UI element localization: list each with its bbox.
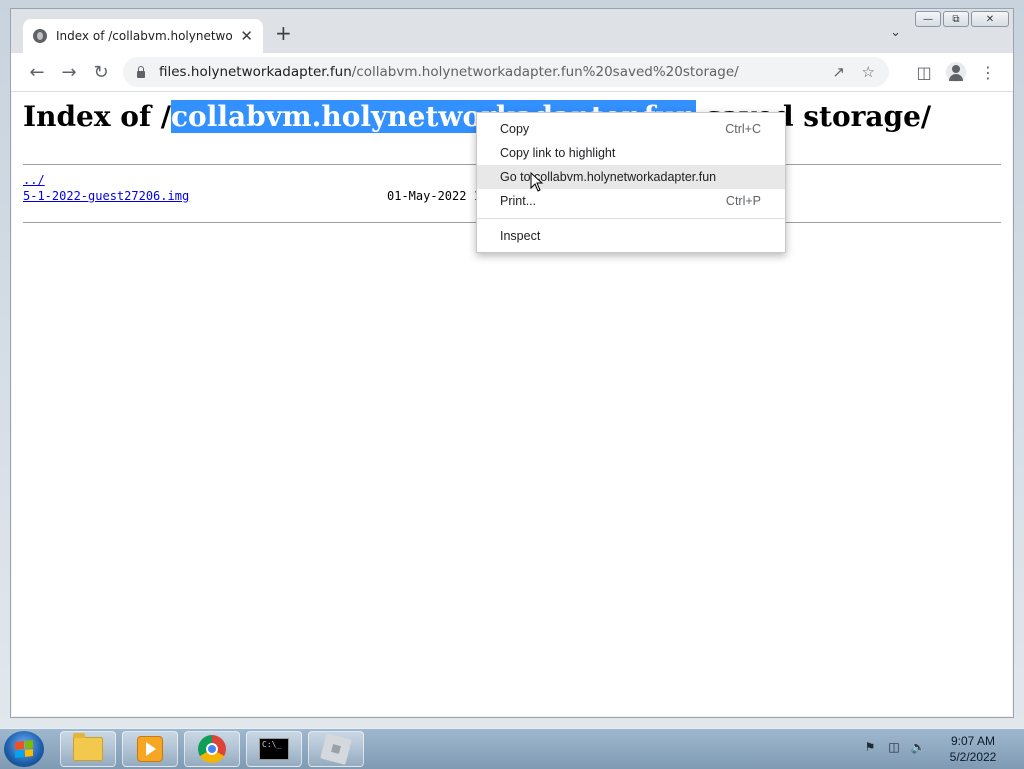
taskbar: C:\_ ⚑ ◫ 🔈 9:07 AM 5/2/2022 <box>0 728 1024 769</box>
roblox-icon <box>320 733 352 765</box>
tab-search-chevron-icon[interactable]: ⌄ <box>890 25 901 40</box>
taskbar-cmd[interactable]: C:\_ <box>246 731 302 767</box>
side-panel-icon[interactable]: ◫ <box>913 61 935 83</box>
windows-logo-icon <box>15 740 33 758</box>
tab-strip: Index of /collabvm.holynetworkadapter.fu… <box>11 9 1013 53</box>
file-link[interactable]: 5-1-2022-guest27206.img <box>23 189 189 203</box>
volume-icon[interactable]: 🔈 <box>910 739 926 755</box>
back-arrow-icon[interactable]: ← <box>25 60 49 84</box>
new-tab-button[interactable]: + <box>275 23 292 43</box>
kebab-menu-icon[interactable]: ⋮ <box>977 61 999 83</box>
tab-title: Index of /collabvm.holynetworkadapter.fu… <box>56 29 232 43</box>
taskbar-roblox[interactable] <box>308 731 364 767</box>
taskbar-media-player[interactable] <box>122 731 178 767</box>
taskbar-explorer[interactable] <box>60 731 116 767</box>
menu-item-copy[interactable]: Copy Ctrl+C <box>477 117 785 141</box>
menu-item-copy-link-to-highlight[interactable]: Copy link to highlight <box>477 141 785 165</box>
system-tray: ⚑ ◫ 🔈 <box>862 739 926 755</box>
clock[interactable]: 9:07 AM 5/2/2022 <box>930 733 1016 765</box>
chrome-icon <box>198 735 226 763</box>
menu-item-go-to[interactable]: Go to collabvm.holynetworkadapter.fun <box>477 165 785 189</box>
profile-avatar-icon <box>946 62 966 82</box>
menu-item-print[interactable]: Print... Ctrl+P <box>477 189 785 213</box>
menu-item-label: Copy <box>500 122 530 136</box>
file-listing: ../ 5-1-2022-guest27206.img 01-May-2022 … <box>23 172 481 204</box>
clock-time: 9:07 AM <box>950 734 996 748</box>
clock-date: 5/2/2022 <box>949 750 997 764</box>
lock-icon <box>137 65 145 78</box>
command-prompt-icon: C:\_ <box>259 738 289 760</box>
bookmark-star-icon[interactable]: ☆ <box>862 63 875 81</box>
address-url: files.holynetworkadapter.fun/collabvm.ho… <box>159 64 739 80</box>
close-window-button[interactable]: ✕ <box>971 11 1009 27</box>
tab-close-icon[interactable]: ✕ <box>240 27 253 45</box>
start-button[interactable] <box>4 731 44 767</box>
menu-item-shortcut: Ctrl+P <box>725 194 761 208</box>
menu-item-label: Inspect <box>500 229 541 243</box>
mouse-pointer-icon <box>530 172 544 192</box>
menu-separator <box>477 218 785 219</box>
share-icon[interactable]: ↗ <box>832 63 845 81</box>
context-menu: Copy Ctrl+C Copy link to highlight Go to … <box>476 112 786 253</box>
menu-item-label: Copy link to highlight <box>500 146 616 160</box>
parent-directory-link[interactable]: ../ <box>23 173 45 187</box>
address-domain: files.holynetworkadapter.fun <box>159 64 352 80</box>
restore-button[interactable]: ⧉ <box>943 11 969 27</box>
forward-arrow-icon[interactable]: → <box>57 60 81 84</box>
globe-icon <box>33 29 47 43</box>
heading-prefix: Index of / <box>23 100 171 133</box>
address-path: /collabvm.holynetworkadapter.fun%20saved… <box>351 64 739 80</box>
window-controls: — ⧉ ✕ <box>915 11 1009 27</box>
browser-toolbar: ← → ↻ files.holynetworkadapter.fun/colla… <box>11 53 1013 92</box>
profile-button[interactable] <box>945 61 967 83</box>
menu-item-shortcut: Ctrl+C <box>725 122 761 136</box>
menu-item-label: Print... <box>500 194 537 208</box>
action-center-flag-icon[interactable]: ⚑ <box>862 739 878 755</box>
reload-icon[interactable]: ↻ <box>89 60 113 84</box>
tab-active[interactable]: Index of /collabvm.holynetworkadapter.fu… <box>23 19 263 53</box>
folder-icon <box>73 733 103 761</box>
media-player-icon <box>137 736 163 762</box>
menu-item-inspect[interactable]: Inspect <box>477 224 785 248</box>
file-date: 01-May-2022 1 <box>387 189 481 203</box>
address-bar[interactable]: files.holynetworkadapter.fun/collabvm.ho… <box>123 57 889 87</box>
network-icon[interactable]: ◫ <box>886 739 902 755</box>
taskbar-chrome[interactable] <box>184 731 240 767</box>
minimize-button[interactable]: — <box>915 11 941 27</box>
